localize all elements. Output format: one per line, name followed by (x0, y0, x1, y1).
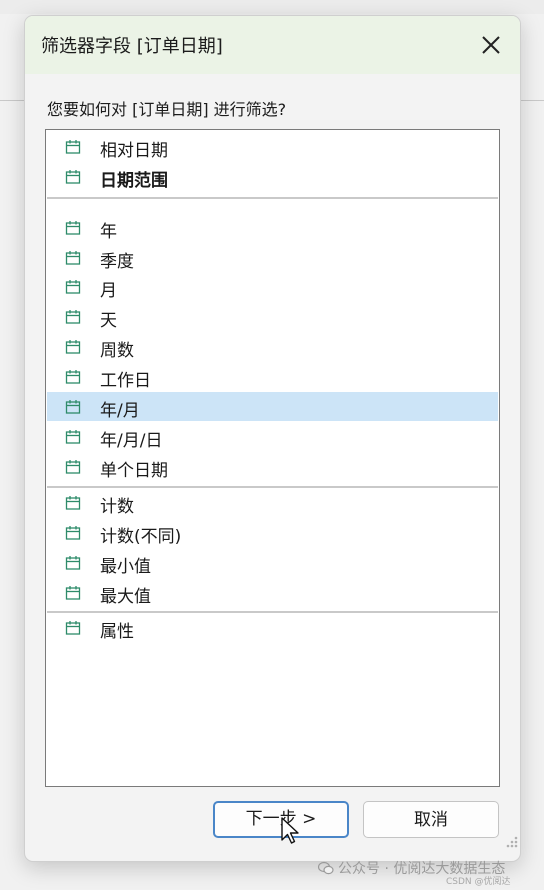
list-item-label: 年/月/日 (100, 431, 163, 451)
list-item-attribute[interactable]: 属性 (47, 613, 498, 642)
resize-grip-icon[interactable] (503, 835, 519, 851)
calendar-icon (65, 460, 81, 474)
list-item-maximum[interactable]: 最大值 (47, 578, 498, 607)
calendar-icon (65, 140, 81, 154)
list-item-single-date[interactable]: 单个日期 (47, 452, 498, 481)
list-item-date-range[interactable]: 日期范围 (47, 162, 498, 191)
list-item-label: 工作日 (100, 371, 151, 391)
next-button[interactable]: 下一步 > (213, 801, 349, 838)
list-item-label: 月 (100, 281, 117, 301)
dialog-titlebar: 筛选器字段 [订单日期] (25, 16, 520, 74)
calendar-icon (65, 586, 81, 600)
list-item-label: 年/月 (100, 401, 140, 421)
calendar-icon (65, 430, 81, 444)
calendar-icon (65, 280, 81, 294)
list-item-label: 单个日期 (100, 461, 168, 481)
calendar-icon (65, 370, 81, 384)
calendar-icon (65, 310, 81, 324)
list-item-year[interactable]: 年 (47, 213, 498, 242)
list-item-label: 周数 (100, 341, 134, 361)
calendar-icon (65, 621, 81, 635)
list-separator (47, 197, 498, 199)
dialog-title: 筛选器字段 [订单日期] (41, 36, 223, 57)
watermark-subtext: CSDN @优阅达 (446, 877, 511, 887)
list-item-minimum[interactable]: 最小值 (47, 548, 498, 577)
list-item-label: 最大值 (100, 587, 151, 607)
list-item-year-month[interactable]: 年/月 (47, 392, 498, 421)
background-divider (518, 100, 544, 101)
list-item-count-distinct[interactable]: 计数(不同) (47, 518, 498, 547)
calendar-icon (65, 251, 81, 265)
filter-prompt: 您要如何对 [订单日期] 进行筛选? (47, 100, 287, 119)
list-item-label: 日期范围 (100, 171, 168, 191)
list-item-label: 计数(不同) (100, 527, 182, 547)
filter-field-dialog: 筛选器字段 [订单日期] 您要如何对 [订单日期] 进行筛选? 相对日期 日期范… (24, 15, 521, 862)
list-item-label: 年 (100, 222, 117, 242)
calendar-icon (65, 221, 81, 235)
calendar-icon (65, 526, 81, 540)
cancel-button[interactable]: 取消 (363, 801, 499, 838)
list-item-year-month-day[interactable]: 年/月/日 (47, 422, 498, 451)
calendar-icon (65, 340, 81, 354)
close-button[interactable] (476, 30, 506, 60)
list-item-day[interactable]: 天 (47, 302, 498, 331)
list-item-label: 季度 (100, 252, 134, 272)
list-item-month[interactable]: 月 (47, 272, 498, 301)
list-item-label: 计数 (100, 497, 134, 517)
calendar-icon (65, 400, 81, 414)
filter-type-list[interactable]: 相对日期 日期范围 年 季度 月 天 周数 工作日 年/月 年/月/日 单个日期… (45, 129, 500, 787)
calendar-icon (65, 556, 81, 570)
background-app-header (0, 0, 544, 14)
close-icon (482, 36, 500, 54)
list-item-relative-date[interactable]: 相对日期 (47, 132, 498, 161)
list-item-weekday[interactable]: 工作日 (47, 362, 498, 391)
list-item-label: 天 (100, 311, 117, 331)
list-item-label: 属性 (100, 622, 134, 642)
calendar-icon (65, 496, 81, 510)
wechat-icon (318, 861, 334, 875)
list-item-label: 最小值 (100, 557, 151, 577)
calendar-icon (65, 170, 81, 184)
list-item-label: 相对日期 (100, 141, 168, 161)
list-item-quarter[interactable]: 季度 (47, 243, 498, 272)
background-divider (0, 100, 24, 101)
list-item-count[interactable]: 计数 (47, 488, 498, 517)
list-item-week-number[interactable]: 周数 (47, 332, 498, 361)
